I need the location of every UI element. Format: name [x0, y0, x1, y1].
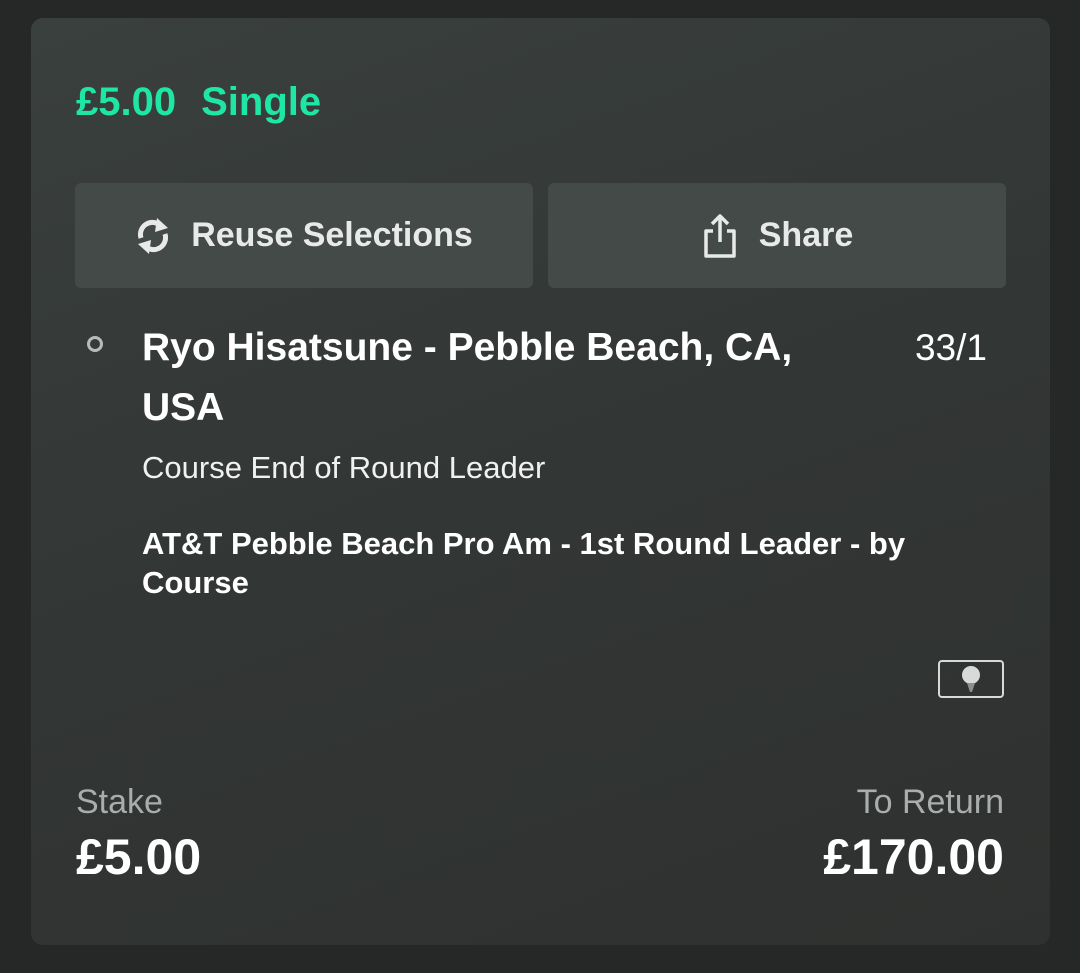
- share-button[interactable]: Share: [548, 183, 1006, 288]
- reuse-selections-label: Reuse Selections: [191, 216, 473, 254]
- bet-header: £5.00 Single: [76, 80, 321, 125]
- stake-value: £5.00: [76, 829, 202, 885]
- stake-label: Stake: [76, 783, 163, 821]
- to-return-value: £170.00: [823, 829, 1004, 885]
- to-return-label: To Return: [856, 783, 1004, 821]
- share-label: Share: [758, 216, 854, 254]
- market-name: Course End of Round Leader: [142, 450, 546, 485]
- event-name: AT&T Pebble Beach Pro Am - 1st Round Lea…: [142, 526, 906, 600]
- selection-name: Ryo Hisatsune - Pebble Beach, CA, USA: [142, 326, 793, 429]
- reuse-selections-button[interactable]: Reuse Selections: [75, 183, 533, 288]
- selection-odds: 33/1: [914, 327, 987, 368]
- bet-card: £5.00 Single Reuse Selections Share Ryo H…: [31, 18, 1050, 945]
- share-icon: [701, 213, 739, 259]
- selection-status-indicator: [87, 336, 103, 352]
- bet-stake-amount: £5.00: [76, 80, 177, 124]
- golf-ball-icon: [938, 660, 1004, 698]
- refresh-icon: [135, 216, 171, 256]
- bet-type: Single: [201, 80, 322, 124]
